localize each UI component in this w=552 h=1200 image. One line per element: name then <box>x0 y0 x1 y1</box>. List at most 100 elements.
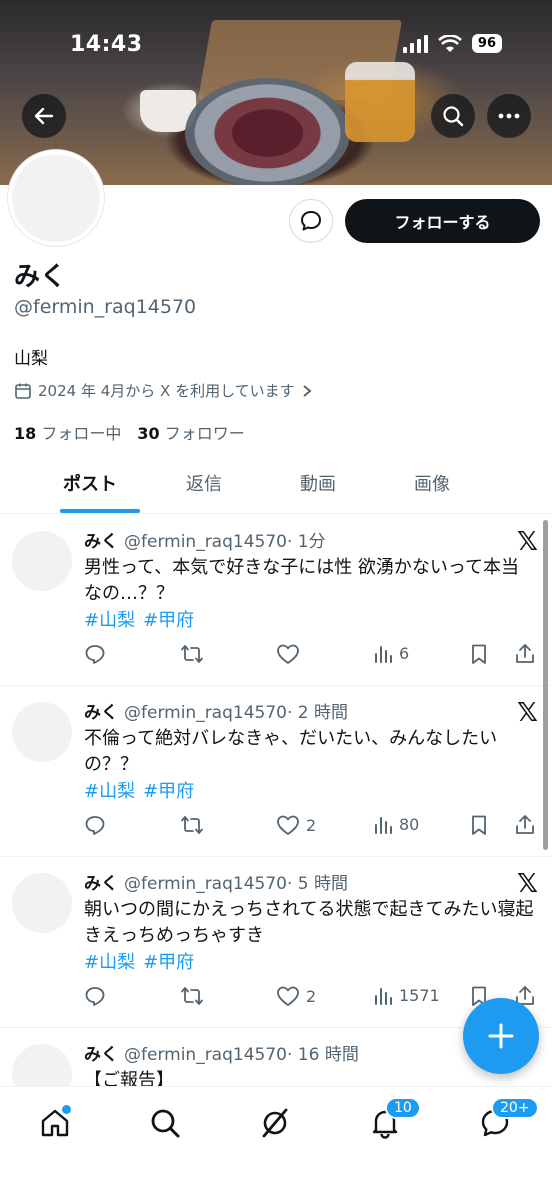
views-button[interactable]: 1571 <box>373 985 440 1005</box>
post-author[interactable]: みく <box>84 874 118 894</box>
hashtag-link[interactable]: #山梨 <box>84 610 135 631</box>
nav-explore[interactable] <box>145 1103 185 1143</box>
compose-post-button[interactable] <box>463 998 539 1074</box>
status-time: 14:43 <box>70 32 143 57</box>
post-header: みく @fermin_raq14570· 16 時間 <box>84 1040 359 1065</box>
following-count: 18 <box>14 424 37 443</box>
share-button[interactable] <box>514 814 536 836</box>
status-icons: 96 <box>402 34 502 53</box>
share-icon <box>516 644 534 663</box>
search-icon <box>443 106 464 127</box>
post-item[interactable]: みく @fermin_raq14570· 2 時間 𝕏 不倫って絶対バレなきゃ、だ… <box>0 686 552 857</box>
post-hashtags: #山梨 #甲府 <box>84 948 202 974</box>
more-icon <box>498 113 520 119</box>
views-button[interactable]: 80 <box>373 814 419 834</box>
signal-icon <box>402 34 428 53</box>
post-item[interactable]: みく @fermin_raq14570· 5 時間 𝕏 朝いつの間にかえっちされて… <box>0 857 552 1028</box>
like-button[interactable] <box>276 643 306 665</box>
profile-avatar[interactable] <box>8 150 104 246</box>
active-tab-indicator <box>60 509 140 513</box>
post-author[interactable]: みく <box>84 1045 118 1065</box>
hashtag-link[interactable]: #山梨 <box>84 781 135 802</box>
post-header: みく @fermin_raq14570· 1分 <box>84 527 326 552</box>
share-button[interactable] <box>514 643 536 665</box>
hashtag-link[interactable]: #甲府 <box>143 781 194 802</box>
following-link[interactable]: 18 フォロー中 <box>14 424 121 443</box>
view-count: 6 <box>399 643 410 663</box>
like-count: 2 <box>306 986 317 1006</box>
view-count: 1571 <box>399 985 440 1005</box>
repost-button[interactable] <box>180 643 204 665</box>
bookmark-button[interactable] <box>469 643 489 665</box>
tab-videos[interactable]: 動画 <box>261 456 375 513</box>
x-logo-icon: 𝕏 <box>517 698 538 728</box>
profile-bio: 山梨 <box>14 349 48 369</box>
post-avatar[interactable] <box>12 873 72 933</box>
reply-button[interactable] <box>84 985 106 1007</box>
post-author[interactable]: みく <box>84 532 118 552</box>
followers-link[interactable]: 30 フォロワー <box>137 424 244 443</box>
tab-replies[interactable]: 返信 <box>147 456 261 513</box>
post-avatar[interactable] <box>12 1044 72 1088</box>
tab-posts-label: ポスト <box>63 474 117 495</box>
views-icon <box>375 646 392 663</box>
views-icon <box>375 817 392 834</box>
scrollbar-thumb[interactable] <box>543 520 548 850</box>
post-hashtags: #山梨 #甲府 <box>84 606 202 632</box>
like-button[interactable]: 2 <box>276 814 316 836</box>
calendar-icon <box>15 383 31 399</box>
post-actions: 6 <box>84 643 544 667</box>
hashtag-link[interactable]: #甲府 <box>143 610 194 631</box>
joined-date[interactable]: 2024 年 4月から X を利用しています <box>14 380 313 401</box>
reply-icon <box>85 987 105 1006</box>
nav-notifications[interactable]: 10 <box>365 1097 421 1143</box>
post-time: · 16 時間 <box>286 1045 359 1065</box>
nav-messages[interactable]: 20+ <box>475 1097 539 1143</box>
hashtag-link[interactable]: #甲府 <box>143 952 194 973</box>
post-avatar[interactable] <box>12 702 72 762</box>
tab-posts[interactable]: ポスト <box>33 456 147 513</box>
follow-button[interactable]: フォローする <box>345 199 540 243</box>
post-handle: @fermin_raq14570 <box>124 703 287 723</box>
post-time: · 1分 <box>286 532 326 552</box>
nav-home[interactable] <box>35 1103 75 1143</box>
plus-icon <box>488 1023 514 1049</box>
post-time: · 2 時間 <box>286 703 349 723</box>
message-button[interactable] <box>289 199 333 243</box>
x-logo-icon: 𝕏 <box>517 869 538 899</box>
more-options-button[interactable] <box>487 94 531 138</box>
back-button[interactable] <box>22 94 66 138</box>
search-button[interactable] <box>431 94 475 138</box>
tab-replies-label: 返信 <box>186 474 222 495</box>
reply-button[interactable] <box>84 814 106 836</box>
heart-icon <box>277 644 299 664</box>
chevron-right-icon <box>302 384 312 397</box>
post-author[interactable]: みく <box>84 703 118 723</box>
repost-icon <box>181 987 203 1005</box>
profile-name: みく <box>14 262 67 292</box>
post-handle: @fermin_raq14570 <box>124 1045 287 1065</box>
bookmark-button[interactable] <box>469 814 489 836</box>
views-button[interactable]: 6 <box>373 643 409 663</box>
nav-grok[interactable] <box>255 1103 295 1143</box>
repost-icon <box>181 816 203 834</box>
post-text: 【ご報告】 <box>84 1070 174 1088</box>
heart-icon <box>277 815 299 835</box>
like-button[interactable]: 2 <box>276 985 316 1007</box>
hashtag-link[interactable]: #山梨 <box>84 952 135 973</box>
repost-button[interactable] <box>180 985 204 1007</box>
repost-button[interactable] <box>180 814 204 836</box>
view-count: 80 <box>399 814 420 834</box>
like-count: 2 <box>306 815 317 835</box>
arrow-left-icon <box>34 107 54 125</box>
tab-images[interactable]: 画像 <box>375 456 489 513</box>
post-header: みく @fermin_raq14570· 5 時間 <box>84 869 348 894</box>
post-avatar[interactable] <box>12 531 72 591</box>
reply-button[interactable] <box>84 643 106 665</box>
post-text: 不倫って絶対バレなきゃ、だいたい、みんなしたいの？？ <box>84 728 498 775</box>
notifications-badge: 10 <box>385 1097 421 1119</box>
chat-bubble-icon <box>301 211 321 231</box>
x-logo-icon: 𝕏 <box>517 527 538 557</box>
share-icon <box>516 815 534 834</box>
post-item[interactable]: みく @fermin_raq14570· 1分 𝕏 男性って、本気で好きな子には性… <box>0 515 552 686</box>
